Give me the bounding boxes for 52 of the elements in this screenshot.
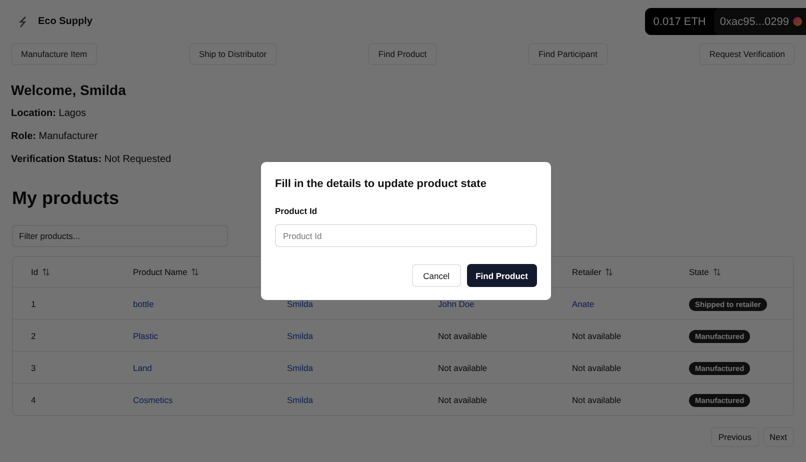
table-link[interactable]: Land bbox=[133, 362, 152, 372]
table-link[interactable]: bottle bbox=[133, 298, 154, 308]
pagination-button[interactable]: Next bbox=[762, 427, 794, 447]
profile-field: Verification Status: Not Requested bbox=[11, 154, 795, 166]
nav-button[interactable]: Find Product bbox=[368, 43, 437, 65]
table-link[interactable]: Smilda bbox=[287, 394, 313, 404]
table-cell: Not available bbox=[438, 330, 488, 340]
nav-button[interactable]: Request Verification bbox=[699, 43, 795, 65]
sort-icon bbox=[42, 268, 50, 276]
table-link[interactable]: Cosmetics bbox=[133, 394, 173, 404]
nav-button[interactable]: Ship to Distributor bbox=[188, 43, 277, 65]
table-cell: 2 bbox=[31, 330, 36, 340]
table-cell: Not available bbox=[572, 362, 622, 372]
profile-field: Role: Manufacturer bbox=[11, 131, 795, 143]
sort-icon bbox=[605, 268, 614, 276]
find-product-button[interactable]: Find Product bbox=[466, 264, 537, 287]
sort-icon bbox=[712, 268, 721, 276]
field-label: Product Id bbox=[275, 206, 318, 216]
table-cell: Not available bbox=[572, 330, 622, 340]
wallet-button[interactable]: 0.017 ETH 0xac95...0299 bbox=[645, 8, 806, 35]
table-cell: Not available bbox=[572, 394, 622, 404]
cancel-button[interactable]: Cancel bbox=[412, 264, 461, 287]
table-link[interactable]: Smilda bbox=[287, 298, 313, 308]
table-link[interactable]: Anate bbox=[572, 298, 594, 308]
table-cell: 4 bbox=[31, 394, 36, 404]
table-cell: Not available bbox=[438, 394, 488, 404]
product-id-field[interactable]: Product Id bbox=[275, 224, 537, 247]
logo-icon bbox=[18, 16, 28, 28]
sort-icon bbox=[191, 268, 200, 276]
table-link[interactable]: Smilda bbox=[287, 362, 313, 372]
dialog-title: Fill in the details to update product state bbox=[275, 178, 488, 190]
pagination-button[interactable]: Previous bbox=[711, 427, 759, 447]
wallet-balance: 0.017 ETH bbox=[652, 16, 707, 28]
table-cell: 1 bbox=[31, 298, 36, 308]
column-header[interactable]: Id bbox=[31, 267, 50, 277]
table-link[interactable]: Plastic bbox=[133, 330, 158, 340]
nav-button[interactable]: Manufacture Item bbox=[11, 43, 98, 65]
nav-button[interactable]: Find Participant bbox=[528, 43, 608, 65]
wallet-address: 0xac95...0299 bbox=[720, 16, 789, 28]
brand-name: Eco Supply bbox=[38, 16, 92, 27]
column-header[interactable]: Retailer bbox=[572, 267, 614, 277]
avatar-icon bbox=[793, 17, 802, 26]
column-header[interactable]: State bbox=[689, 267, 721, 277]
section-heading: My products bbox=[12, 188, 120, 209]
filter-field[interactable]: Filter products... bbox=[12, 225, 228, 247]
profile-field: Location: Lagos bbox=[11, 108, 795, 120]
table-link[interactable]: Smilda bbox=[287, 330, 313, 340]
column-header[interactable]: Product Name bbox=[133, 267, 200, 277]
table-cell: 3 bbox=[31, 362, 36, 372]
welcome-heading: Welcome, Smilda bbox=[11, 82, 127, 98]
table-link[interactable]: John Doe bbox=[438, 298, 474, 308]
table-cell: Not available bbox=[438, 362, 488, 372]
